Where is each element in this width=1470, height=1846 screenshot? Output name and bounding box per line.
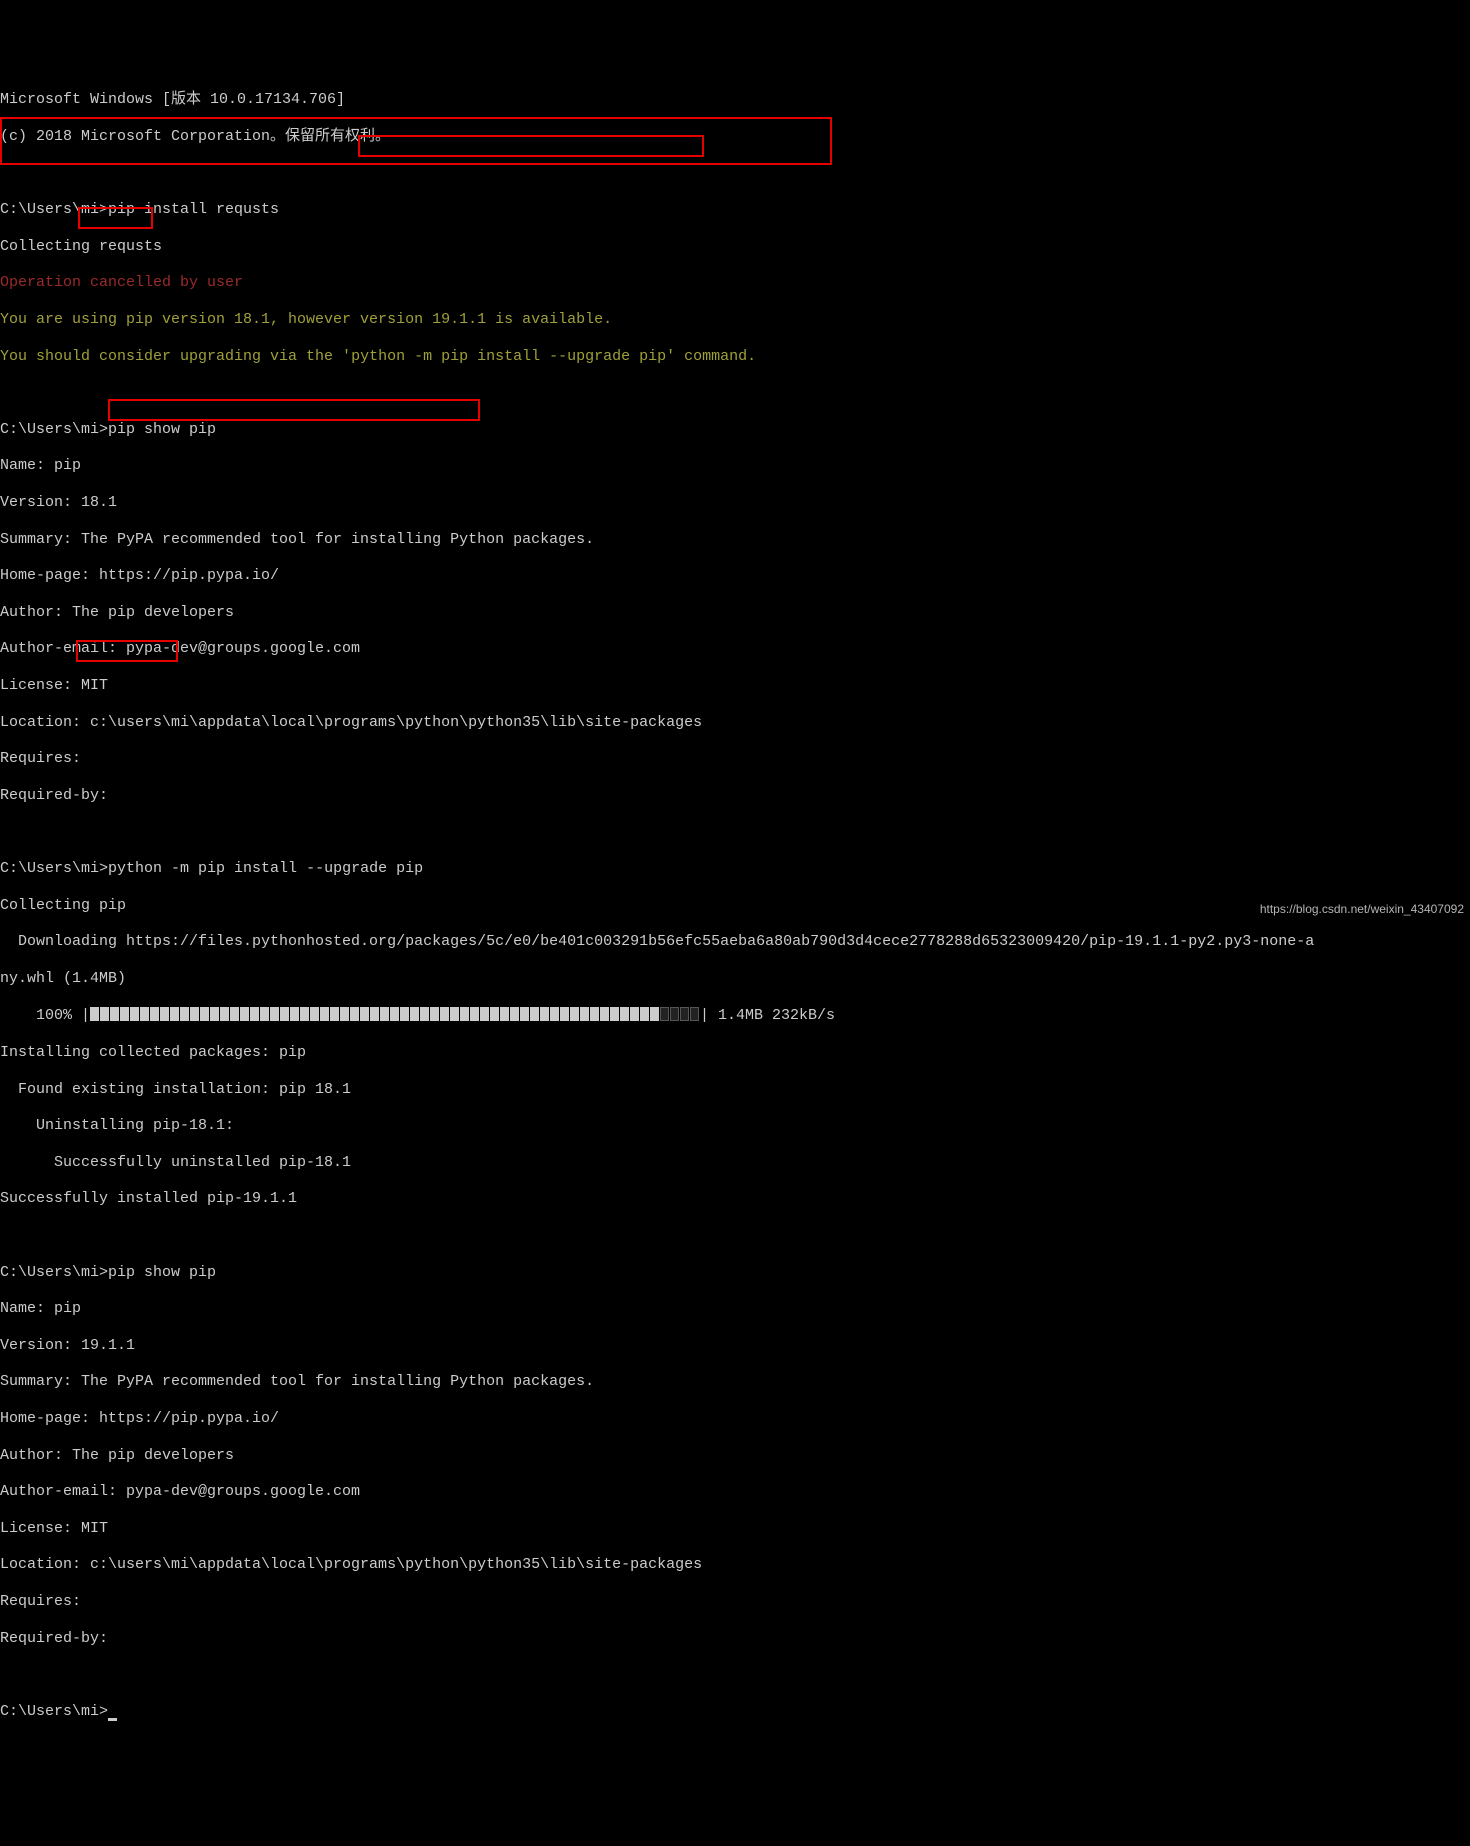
output-found-existing: Found existing installation: pip 18.1 (0, 1081, 1470, 1099)
output-required-by-2: Required-by: (0, 1630, 1470, 1648)
pip-warning-line2-post: ' command. (666, 348, 756, 365)
pip-warning-command: python -m pip install --upgrade pip (351, 348, 666, 365)
output-license-2: License: MIT (0, 1520, 1470, 1538)
output-requires-1: Requires: (0, 750, 1470, 768)
prompt: C:\Users\mi> (0, 860, 108, 877)
command-upgrade-pip: python -m pip install --upgrade pip (108, 860, 423, 877)
output-location-2: Location: c:\users\mi\appdata\local\prog… (0, 1556, 1470, 1574)
windows-version-line: Microsoft Windows [版本 10.0.17134.706] (0, 91, 1470, 109)
output-homepage-1: Home-page: https://pip.pypa.io/ (0, 567, 1470, 585)
output-version-label-1: Version: (0, 494, 81, 511)
output-downloading-url: Downloading https://files.pythonhosted.o… (0, 933, 1470, 951)
output-version-value-2: 19.1.1 (81, 1337, 135, 1354)
output-location-1: Location: c:\users\mi\appdata\local\prog… (0, 714, 1470, 732)
prompt: C:\Users\mi> (0, 421, 108, 438)
output-name-pip-1: Name: pip (0, 457, 1470, 475)
output-summary-2: Summary: The PyPA recommended tool for i… (0, 1373, 1470, 1391)
output-version-label-2: Version: (0, 1337, 81, 1354)
output-version-value-1: 18.1 (81, 494, 117, 511)
progress-bar (90, 1006, 700, 1024)
output-successfully-uninstalled: Successfully uninstalled pip-18.1 (0, 1154, 1470, 1172)
command-pip-show-pip-1: pip show pip (108, 421, 216, 438)
progress-percent: 100% | (0, 1007, 90, 1024)
output-license-1: License: MIT (0, 677, 1470, 695)
pip-warning-line1: You are using pip version 18.1, however … (0, 311, 1470, 329)
copyright-line: (c) 2018 Microsoft Corporation。保留所有权利。 (0, 128, 1470, 146)
output-successfully-installed: Successfully installed pip-19.1.1 (0, 1190, 1470, 1208)
output-name-pip-2: Name: pip (0, 1300, 1470, 1318)
command-pip-install-requsts: pip install requsts (108, 201, 279, 218)
output-author-2: Author: The pip developers (0, 1447, 1470, 1465)
output-installing-packages: Installing collected packages: pip (0, 1044, 1470, 1062)
error-operation-cancelled: Operation cancelled by user (0, 274, 1470, 292)
output-summary-1: Summary: The PyPA recommended tool for i… (0, 531, 1470, 549)
output-collecting-pip: Collecting pip (0, 897, 1470, 915)
terminal-output[interactable]: Microsoft Windows [版本 10.0.17134.706] (c… (0, 73, 1470, 1739)
prompt: C:\Users\mi> (0, 201, 108, 218)
output-author-email-1: Author-email: pypa-dev@groups.google.com (0, 640, 1470, 658)
output-homepage-2: Home-page: https://pip.pypa.io/ (0, 1410, 1470, 1428)
output-author-1: Author: The pip developers (0, 604, 1470, 622)
watermark-text: https://blog.csdn.net/weixin_43407092 (1260, 900, 1464, 918)
output-collecting-requsts: Collecting requsts (0, 238, 1470, 256)
output-author-email-2: Author-email: pypa-dev@groups.google.com (0, 1483, 1470, 1501)
command-pip-show-pip-2: pip show pip (108, 1264, 216, 1281)
output-requires-2: Requires: (0, 1593, 1470, 1611)
output-downloading-file: ny.whl (1.4MB) (0, 970, 1470, 988)
cursor-icon (108, 1718, 117, 1721)
output-uninstalling: Uninstalling pip-18.1: (0, 1117, 1470, 1135)
progress-rate: | 1.4MB 232kB/s (700, 1007, 835, 1024)
prompt: C:\Users\mi> (0, 1264, 108, 1281)
output-required-by-1: Required-by: (0, 787, 1470, 805)
pip-warning-line2-pre: You should consider upgrading via the ' (0, 348, 351, 365)
prompt-final: C:\Users\mi> (0, 1703, 108, 1720)
